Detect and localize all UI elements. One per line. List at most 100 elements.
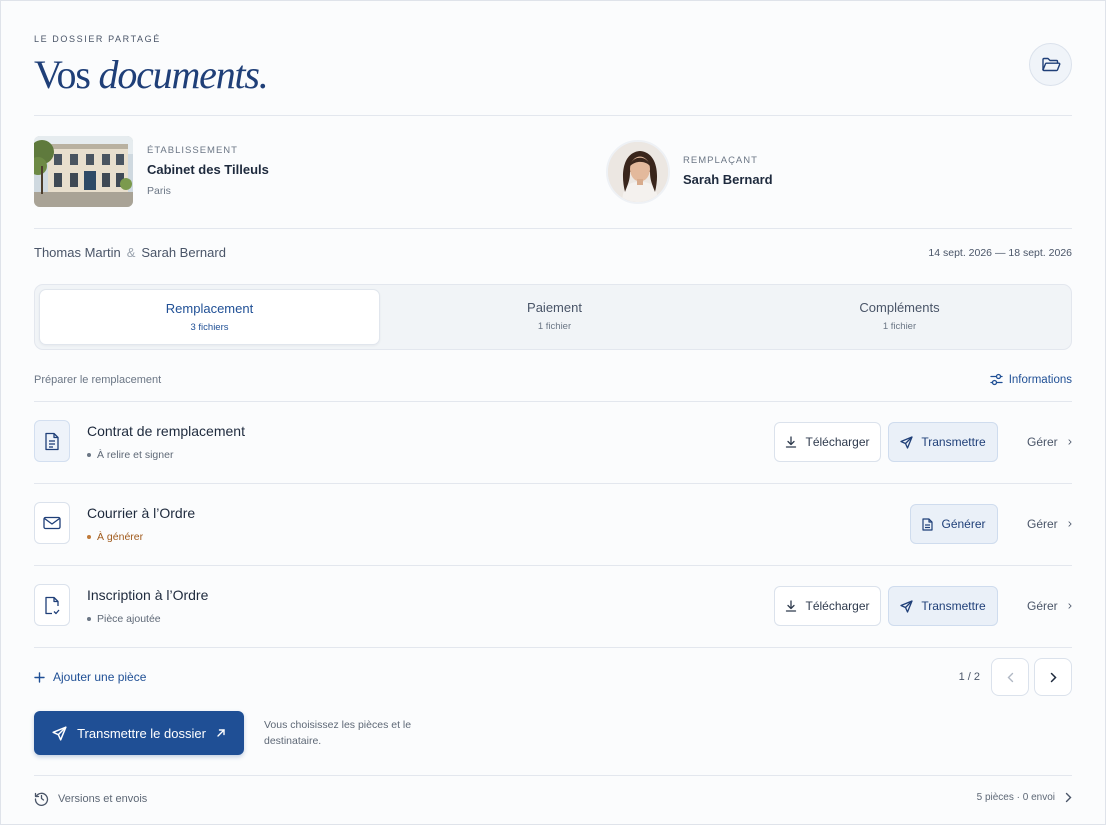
app-frame: LE DOSSIER PARTAGÉ Vos documents. ÉTABLI… xyxy=(0,0,1106,825)
prev-page-button[interactable] xyxy=(991,658,1029,696)
divider xyxy=(34,228,1072,229)
download-label: Télécharger xyxy=(805,599,870,613)
send-icon xyxy=(52,725,67,741)
status-text: À relire et signer xyxy=(97,449,174,461)
tab-paiement[interactable]: Paiement 1 fichier xyxy=(384,289,725,345)
sliders-icon xyxy=(990,373,1003,386)
manage-button[interactable]: Gérer xyxy=(1012,504,1072,544)
date-range: 14 sept. 2026 — 18 sept. 2026 xyxy=(928,247,1072,259)
establishment-photo xyxy=(34,136,133,207)
divider xyxy=(34,647,1072,648)
parties: Thomas Martin & Sarah Bernard xyxy=(34,245,226,260)
party-left: Thomas Martin xyxy=(34,245,121,260)
title-italic: documents. xyxy=(98,52,269,97)
chevron-left-icon xyxy=(1007,672,1013,682)
plus-icon xyxy=(34,671,45,683)
tab-remplacement[interactable]: Remplacement 3 fichiers xyxy=(39,289,380,345)
transmit-dossier-button[interactable]: Transmettre le dossier xyxy=(34,711,244,755)
divider xyxy=(34,115,1072,116)
list-item: Inscription à l’Ordre Pièce ajoutée Télé… xyxy=(34,565,1072,647)
title-plain: Vos xyxy=(34,52,91,97)
transmit-label: Transmettre xyxy=(921,599,986,613)
replacement-name: Sarah Bernard xyxy=(683,172,773,187)
status-text: Pièce ajoutée xyxy=(97,613,161,625)
document-title: Inscription à l’Ordre xyxy=(87,587,209,603)
document-status: Pièce ajoutée xyxy=(87,613,161,625)
document-title: Courrier à l’Ordre xyxy=(87,505,196,521)
download-label: Télécharger xyxy=(805,435,870,449)
transmit-dossier-label: Transmettre le dossier xyxy=(77,725,206,741)
versions-link[interactable]: Versions et envois xyxy=(34,791,147,806)
informations-label: Informations xyxy=(1008,373,1072,386)
amp: & xyxy=(126,245,136,260)
cta-note: Vous choisissez les pièces et le destina… xyxy=(264,719,412,747)
file-check-icon xyxy=(34,584,70,626)
divider xyxy=(34,775,1072,776)
download-icon xyxy=(786,436,797,448)
tab-label: Remplacement xyxy=(165,301,254,316)
document-icon xyxy=(922,517,934,531)
page-indicator: 1 / 2 xyxy=(958,671,980,683)
add-piece-button[interactable]: Ajouter une pièce xyxy=(34,670,146,684)
summary-text: 5 pièces · 0 envoi xyxy=(976,792,1055,803)
status-dot xyxy=(87,535,91,539)
transmit-label: Transmettre xyxy=(921,435,986,449)
chevron-right-icon xyxy=(1065,792,1072,803)
list-item: Contrat de remplacement À relire et sign… xyxy=(34,401,1072,483)
folder-open-icon xyxy=(1041,57,1060,71)
replacement-info: REMPLAÇANT Sarah Bernard xyxy=(683,155,773,187)
footer-summary[interactable]: 5 pièces · 0 envoi xyxy=(977,792,1072,803)
page-title: Vos documents. xyxy=(34,51,269,99)
history-icon xyxy=(34,792,49,806)
establishment-info: ÉTABLISSEMENT Cabinet des Tilleuls Paris xyxy=(147,145,269,197)
manage-label: Gérer xyxy=(1027,517,1058,531)
send-icon xyxy=(900,599,914,613)
mail-icon xyxy=(34,502,70,544)
tab-count: 1 fichier xyxy=(882,321,917,332)
transmit-button[interactable]: Transmettre xyxy=(888,586,998,626)
tab-complements[interactable]: Compléments 1 fichier xyxy=(729,289,1070,345)
manage-label: Gérer xyxy=(1027,599,1058,613)
tabs: Remplacement 3 fichiers Paiement 1 fichier… xyxy=(34,284,1072,350)
add-piece-label: Ajouter une pièce xyxy=(53,670,147,684)
informations-link[interactable]: Informations xyxy=(990,373,1072,386)
chevron-right-icon xyxy=(1050,672,1057,682)
download-button[interactable]: Télécharger xyxy=(774,586,881,626)
establishment-name: Cabinet des Tilleuls xyxy=(147,162,269,177)
generate-button[interactable]: Générer xyxy=(910,504,998,544)
folder-button[interactable] xyxy=(1029,43,1072,86)
status-dot xyxy=(87,453,91,457)
download-icon xyxy=(786,600,797,612)
tab-label: Compléments xyxy=(859,300,940,315)
generate-label: Générer xyxy=(941,517,986,531)
transmit-button[interactable]: Transmettre xyxy=(888,422,998,462)
download-button[interactable]: Télécharger xyxy=(774,422,881,462)
send-icon xyxy=(900,435,914,449)
manage-button[interactable]: Gérer xyxy=(1012,422,1072,462)
party-right: Sarah Bernard xyxy=(141,245,226,260)
next-page-button[interactable] xyxy=(1034,658,1072,696)
versions-label: Versions et envois xyxy=(58,792,148,805)
manage-button[interactable]: Gérer xyxy=(1012,586,1072,626)
tab-count: 1 fichier xyxy=(537,321,572,332)
arrow-up-right-icon xyxy=(217,729,225,737)
tab-label: Paiement xyxy=(527,300,582,315)
replacement-label: REMPLAÇANT xyxy=(683,155,758,166)
chevron-right-icon xyxy=(1068,521,1072,527)
document-status: À relire et signer xyxy=(87,449,173,461)
avatar xyxy=(606,140,670,204)
document-icon xyxy=(34,420,70,462)
establishment-label: ÉTABLISSEMENT xyxy=(147,145,238,156)
list-item: Courrier à l’Ordre À générer Générer Gér… xyxy=(34,483,1072,565)
establishment-city: Paris xyxy=(147,185,171,197)
status-text: À générer xyxy=(97,531,144,543)
document-status: À générer xyxy=(87,531,143,543)
tab-count: 3 fichiers xyxy=(190,322,229,333)
section-label: Préparer le remplacement xyxy=(34,374,162,386)
manage-label: Gérer xyxy=(1027,435,1058,449)
chevron-right-icon xyxy=(1068,603,1072,609)
status-dot xyxy=(87,617,91,621)
chevron-right-icon xyxy=(1068,439,1072,445)
document-title: Contrat de remplacement xyxy=(87,423,245,439)
eyebrow: LE DOSSIER PARTAGÉ xyxy=(34,34,161,44)
